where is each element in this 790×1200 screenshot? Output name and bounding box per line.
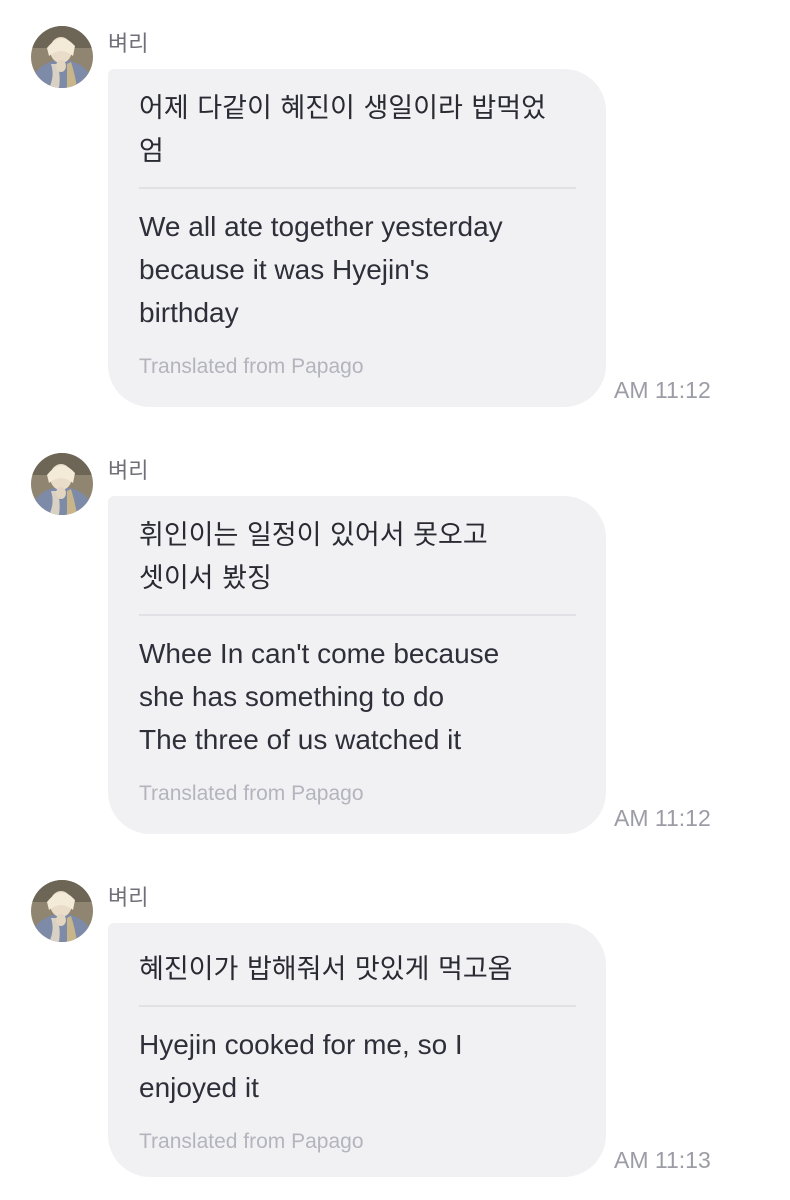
original-text: 휘인이는 일정이 있어서 못오고 셋이서 봤징 [139, 520, 488, 594]
sender-name: 벼리 [108, 459, 149, 484]
message-timestamp: AM 11:12 [614, 805, 711, 831]
message-bubble[interactable]: 어제 다같이 혜진이 생일이라 밥먹었 엄 We all ate togethe… [108, 69, 606, 407]
translation-credit: Translated from Papago [139, 1130, 364, 1153]
message-bubble[interactable]: 혜진이가 밥해줘서 맛있게 먹고옴 Hyejin cooked for me, … [108, 923, 606, 1177]
message-timestamp: AM 11:12 [614, 377, 711, 403]
profile-photo-icon [31, 26, 93, 88]
sender-name: 벼리 [108, 886, 149, 911]
chat-message: 벼리 어제 다같이 혜진이 생일이라 밥먹었 엄 We all ate toge… [0, 26, 790, 416]
sender-avatar[interactable] [31, 26, 93, 88]
sender-avatar[interactable] [31, 880, 93, 942]
chat-message: 벼리 혜진이가 밥해줘서 맛있게 먹고옴 Hyejin cooked for m… [0, 880, 790, 1190]
profile-photo-icon [31, 453, 93, 515]
chat-message: 벼리 휘인이는 일정이 있어서 못오고 셋이서 봤징 Whee In can't… [0, 453, 790, 843]
original-text: 어제 다같이 혜진이 생일이라 밥먹었 엄 [139, 93, 546, 167]
profile-photo-icon [31, 880, 93, 942]
message-bubble[interactable]: 휘인이는 일정이 있어서 못오고 셋이서 봤징 Whee In can't co… [108, 496, 606, 834]
translation-credit: Translated from Papago [139, 782, 364, 805]
sender-name: 벼리 [108, 32, 149, 57]
message-timestamp: AM 11:13 [614, 1147, 711, 1173]
translated-text: Whee In can't come because she has somet… [139, 638, 500, 755]
sender-avatar[interactable] [31, 453, 93, 515]
translated-text: We all ate together yesterday because it… [139, 211, 503, 328]
original-text: 혜진이가 밥해줘서 맛있게 먹고옴 [139, 954, 513, 985]
translated-text: Hyejin cooked for me, so I enjoyed it [139, 1029, 463, 1103]
translation-credit: Translated from Papago [139, 355, 364, 378]
